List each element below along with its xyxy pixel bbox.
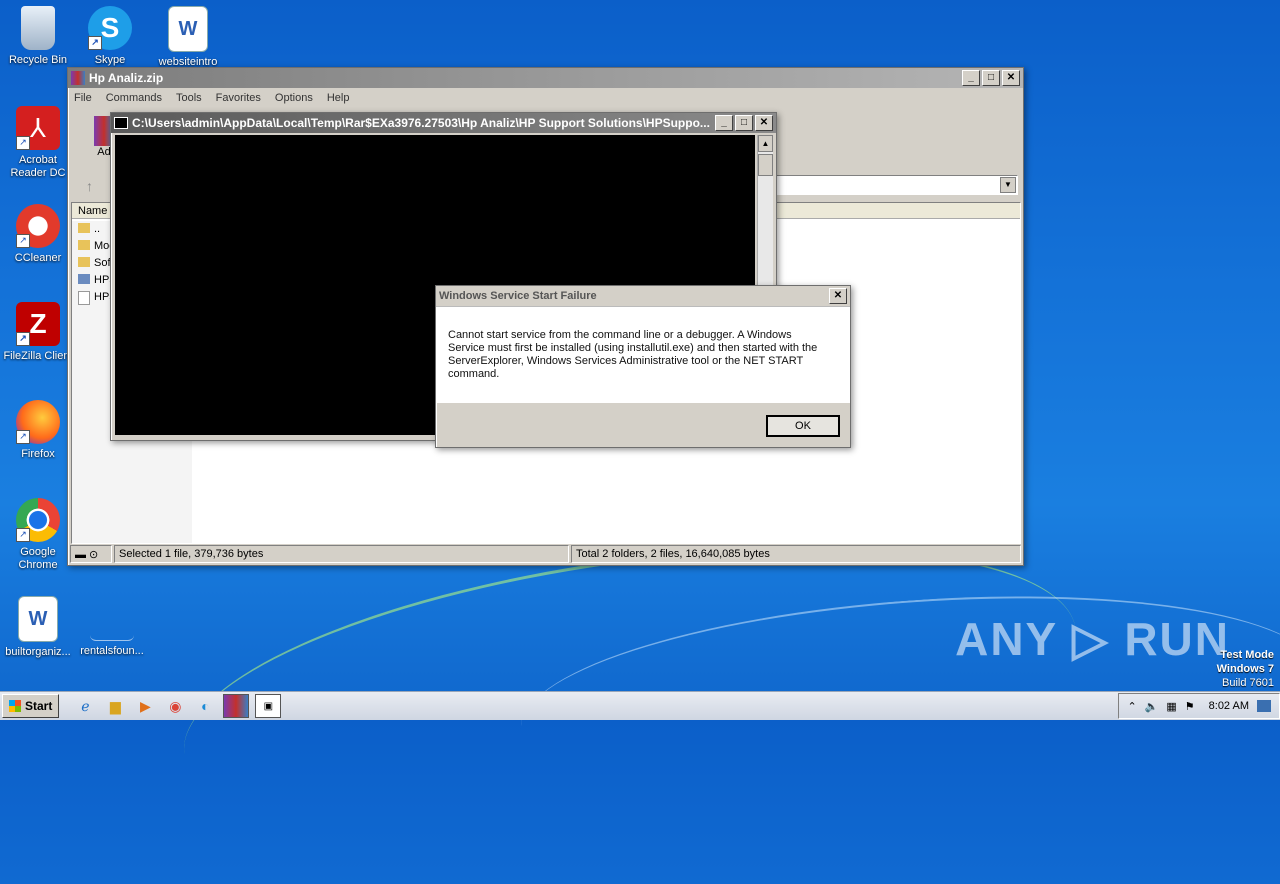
dialog-titlebar[interactable]: Windows Service Start Failure ✕: [436, 286, 850, 307]
scroll-thumb[interactable]: [758, 154, 773, 176]
desktop-icon-filezilla[interactable]: Z ↗ FileZilla Client: [0, 302, 76, 363]
folder-icon: [78, 257, 90, 267]
winrar-title: Hp Analiz.zip: [89, 71, 164, 85]
dialog-body: Cannot start service from the command li…: [436, 307, 850, 403]
clock[interactable]: 8:02 AM: [1209, 700, 1249, 712]
close-button[interactable]: ✕: [1002, 70, 1020, 86]
exe-icon: [78, 274, 90, 284]
acrobat-icon: ⅄ ↗: [16, 106, 60, 150]
show-desktop-icon[interactable]: [1257, 700, 1271, 712]
folder-icon: [78, 223, 90, 233]
menu-help[interactable]: Help: [327, 92, 350, 104]
desktop-icon-recycle-bin[interactable]: Recycle Bin: [0, 6, 76, 67]
file-icon: [78, 291, 90, 305]
system-tray: ⌃ 🔈 ▦ ⚑ 8:02 AM: [1118, 693, 1280, 719]
winrar-taskbar-icon[interactable]: [223, 694, 250, 718]
menu-commands[interactable]: Commands: [106, 92, 162, 104]
console-titlebar[interactable]: C:\Users\admin\AppData\Local\Temp\Rar$EX…: [111, 113, 776, 133]
minimize-button[interactable]: _: [715, 115, 733, 131]
desktop-icon-websiteintro[interactable]: W websiteintro: [150, 6, 226, 69]
anyrun-watermark: ANY ▷ RUN: [955, 613, 1230, 665]
list-item[interactable]: ..: [78, 223, 100, 235]
skype-icon: S ↗: [88, 6, 132, 50]
menu-favorites[interactable]: Favorites: [216, 92, 261, 104]
winrar-menubar: File Commands Tools Favorites Options He…: [68, 88, 1023, 108]
recycle-bin-icon: [21, 6, 55, 50]
close-button[interactable]: ✕: [829, 288, 847, 304]
word-doc-icon: W: [18, 596, 58, 642]
minimize-button[interactable]: _: [962, 70, 980, 86]
dialog-message: Cannot start service from the command li…: [448, 329, 818, 380]
volume-icon[interactable]: 🔈: [1145, 700, 1159, 713]
shortcut-arrow-icon: ↗: [88, 36, 102, 50]
chrome-icon: ↗: [16, 498, 60, 542]
shortcut-arrow-icon: ↗: [16, 528, 30, 542]
ok-button[interactable]: OK: [766, 415, 840, 437]
winrar-titlebar[interactable]: Hp Analiz.zip _ □ ✕: [68, 68, 1023, 88]
winrar-icon: [71, 71, 85, 85]
close-button[interactable]: ✕: [755, 115, 773, 131]
menu-options[interactable]: Options: [275, 92, 313, 104]
console-icon: [114, 117, 128, 129]
chrome-icon[interactable]: ◉: [163, 695, 187, 717]
maximize-button[interactable]: □: [735, 115, 753, 131]
dialog-title: Windows Service Start Failure: [439, 290, 597, 302]
explorer-icon[interactable]: ▆: [103, 695, 127, 717]
blank-file-icon: [90, 596, 134, 641]
shortcut-arrow-icon: ↗: [16, 136, 30, 150]
desktop-icon-acrobat[interactable]: ⅄ ↗ Acrobat Reader DC: [0, 106, 76, 180]
edge-icon[interactable]: ◐: [193, 695, 217, 717]
folder-icon: [78, 240, 90, 250]
media-player-icon[interactable]: ▶: [133, 695, 157, 717]
ccleaner-icon: ↗: [16, 204, 60, 248]
error-dialog[interactable]: Windows Service Start Failure ✕ Cannot s…: [435, 285, 851, 448]
maximize-button[interactable]: □: [982, 70, 1000, 86]
address-combobox[interactable]: ▼: [776, 175, 1018, 195]
up-arrow-icon[interactable]: ↑: [86, 178, 93, 194]
tray-expand-icon[interactable]: ⌃: [1127, 700, 1136, 713]
console-title: C:\Users\admin\AppData\Local\Temp\Rar$EX…: [132, 116, 710, 130]
network-icon[interactable]: ▦: [1166, 700, 1176, 713]
desktop-icon-skype[interactable]: S ↗ Skype: [72, 6, 148, 67]
filezilla-icon: Z ↗: [16, 302, 60, 346]
firefox-icon: ↗: [16, 400, 60, 444]
desktop-icon-chrome[interactable]: ↗ Google Chrome: [0, 498, 76, 572]
shortcut-arrow-icon: ↗: [16, 430, 30, 444]
start-button[interactable]: Start: [2, 694, 60, 718]
desktop-icon-ccleaner[interactable]: ↗ CCleaner: [0, 204, 76, 265]
ie-icon[interactable]: ℯ: [73, 695, 97, 717]
status-selected: Selected 1 file, 379,736 bytes: [114, 545, 569, 563]
winrar-statusbar: ▬ ⊙ Selected 1 file, 379,736 bytes Total…: [70, 545, 1021, 563]
drive-icon: ▬ ⊙: [70, 545, 112, 563]
menu-tools[interactable]: Tools: [176, 92, 202, 104]
scroll-up-icon[interactable]: ▲: [758, 135, 773, 152]
list-item[interactable]: Sof: [78, 257, 111, 269]
desktop-icon-rentalsfoun[interactable]: rentalsfoun...: [74, 596, 150, 658]
menu-file[interactable]: File: [74, 92, 92, 104]
taskbar: Start ℯ ▆ ▶ ◉ ◐ ▣ ⌃ 🔈 ▦ ⚑ 8:02 AM: [0, 691, 1280, 720]
shortcut-arrow-icon: ↗: [16, 332, 30, 346]
desktop-icon-builtorganiz[interactable]: W builtorganiz...: [0, 596, 76, 659]
test-mode-label: Test Mode Windows 7 Build 7601: [1216, 649, 1274, 689]
shortcut-arrow-icon: ↗: [16, 234, 30, 248]
desktop-icon-firefox[interactable]: ↗ Firefox: [0, 400, 76, 461]
chevron-down-icon[interactable]: ▼: [1000, 177, 1016, 193]
console-taskbar-icon[interactable]: ▣: [255, 694, 282, 718]
windows-logo-icon: [9, 700, 21, 712]
flag-icon[interactable]: ⚑: [1185, 700, 1195, 713]
status-total: Total 2 folders, 2 files, 16,640,085 byt…: [571, 545, 1021, 563]
word-doc-icon: W: [168, 6, 208, 52]
